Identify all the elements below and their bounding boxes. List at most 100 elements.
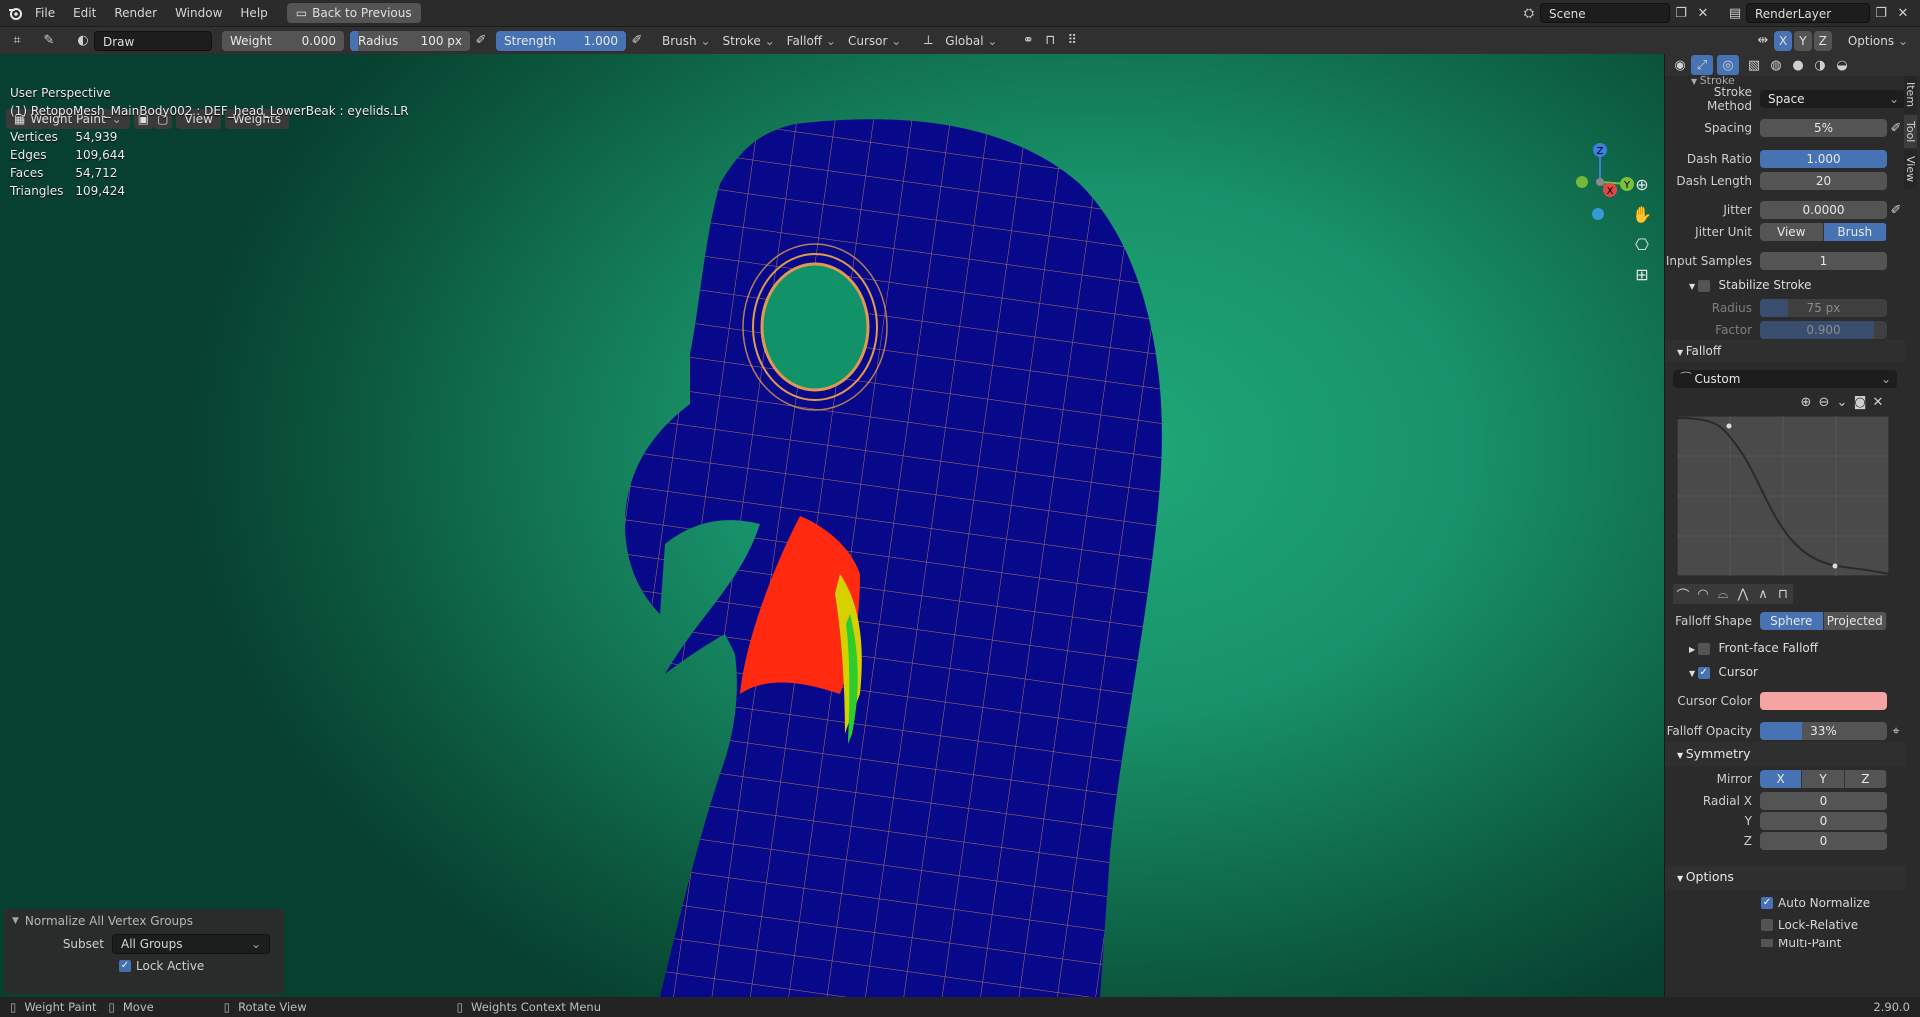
front-face-falloff-header[interactable]: ▶ Front-face Falloff: [1665, 637, 1905, 659]
radius-slider[interactable]: Radius 100 px: [350, 30, 470, 51]
operator-header[interactable]: ▼ Normalize All Vertex Groups: [4, 909, 284, 933]
axis-x-toggle[interactable]: X: [1774, 30, 1793, 51]
pan-hand-icon[interactable]: ✋: [1630, 202, 1654, 226]
subset-dropdown[interactable]: All Groups ⌄: [112, 934, 270, 954]
close-layer-icon[interactable]: ✕: [1892, 3, 1914, 23]
radius-pressure-icon[interactable]: ✐: [470, 31, 492, 51]
spacing-field[interactable]: 5%: [1760, 119, 1887, 137]
strength-slider[interactable]: Strength 1.000: [496, 30, 626, 51]
symmetry-panel-header[interactable]: ▼ Symmetry: [1665, 742, 1905, 766]
falloff-menu[interactable]: Falloff: [781, 31, 842, 51]
zoom-out-icon[interactable]: ⊖: [1815, 392, 1833, 412]
scene-field[interactable]: Scene: [1540, 3, 1670, 23]
cursor-color-swatch[interactable]: [1760, 692, 1887, 710]
render-layer-icon[interactable]: ▤: [1724, 3, 1746, 23]
3d-viewport[interactable]: ▦ Weight Paint ⌄ ▣ ▢ View Weights User P…: [0, 54, 1664, 997]
input-samples-field[interactable]: 1: [1760, 252, 1887, 270]
radial-y-field[interactable]: 0: [1760, 812, 1887, 830]
lock-active-checkbox[interactable]: ✓: [119, 960, 131, 972]
falloff-projected-button[interactable]: Projected: [1823, 612, 1887, 630]
brush-icon[interactable]: ✎: [38, 31, 60, 51]
camera-icon[interactable]: ⎔: [1630, 232, 1654, 256]
brush-name-field[interactable]: Draw: [94, 30, 212, 51]
eyedropper-icon[interactable]: ⌖: [1887, 721, 1905, 741]
scene-icon[interactable]: ⛭: [1518, 3, 1540, 23]
falloff-sphere-button[interactable]: Sphere: [1760, 612, 1824, 630]
render-layer-field[interactable]: RenderLayer: [1746, 3, 1870, 23]
stab-radius-field[interactable]: 75 px: [1760, 299, 1887, 317]
cursor-subpanel-header[interactable]: ▼ ✓ Cursor: [1665, 661, 1905, 683]
zoom-icon[interactable]: ⊕: [1630, 172, 1654, 196]
back-to-previous-button[interactable]: ▭ Back to Previous: [286, 3, 421, 23]
menu-help[interactable]: Help: [231, 0, 276, 26]
falloff-opacity-field[interactable]: 33%: [1760, 722, 1887, 740]
mirror-z-button[interactable]: Z: [1844, 770, 1887, 788]
tool-header: ⌗ ✎ ◐ Draw Weight 0.000 Radius 100 px ✐ …: [0, 26, 1920, 54]
stabilize-stroke-header[interactable]: ▼ Stabilize Stroke: [1665, 274, 1905, 296]
smooth-curve-icon[interactable]: ⌒: [1673, 584, 1693, 604]
lock-relative-checkbox[interactable]: [1761, 919, 1773, 931]
menu-render[interactable]: Render: [105, 0, 166, 26]
zoom-in-icon[interactable]: ⊕: [1797, 392, 1815, 412]
multi-paint-checkbox[interactable]: [1761, 939, 1773, 947]
menu-file[interactable]: File: [26, 0, 64, 26]
sharp-curve-icon[interactable]: ⋀: [1733, 584, 1753, 604]
sphere-curve-icon[interactable]: ◠: [1693, 584, 1713, 604]
clip-icon[interactable]: ◙: [1851, 392, 1869, 412]
dash-ratio-field[interactable]: 1.000: [1760, 150, 1887, 168]
tab-tool[interactable]: Tool: [1904, 115, 1917, 149]
axis-z-toggle[interactable]: Z: [1813, 30, 1832, 51]
jitter-unit-brush-button[interactable]: Brush: [1823, 223, 1887, 241]
mirror-x-button[interactable]: X: [1760, 770, 1803, 788]
auto-normalize-checkbox[interactable]: ✓: [1761, 897, 1773, 909]
root-curve-icon[interactable]: ⌓: [1713, 584, 1733, 604]
stabilize-stroke-checkbox[interactable]: [1697, 279, 1710, 292]
cursor-menu[interactable]: Cursor: [842, 31, 907, 51]
stroke-method-dropdown[interactable]: Space ⌄: [1760, 90, 1905, 108]
tab-item[interactable]: Item: [1904, 76, 1917, 114]
axis-y-toggle[interactable]: Y: [1794, 30, 1812, 51]
cursor-label: Cursor: [1718, 665, 1758, 679]
brush-preview-icon[interactable]: ◐: [72, 31, 94, 51]
falloff-preset-dropdown[interactable]: ⁀ Custom ⌄: [1673, 370, 1897, 388]
tab-view[interactable]: View: [1904, 150, 1917, 189]
options-panel-header[interactable]: ▼ Options: [1665, 865, 1905, 889]
weight-value: 0.000: [301, 33, 336, 48]
jitter-field[interactable]: 0.0000: [1760, 201, 1887, 219]
blender-logo-icon[interactable]: [4, 3, 26, 23]
link-icon[interactable]: ⚭: [1017, 31, 1039, 51]
falloff-panel-header[interactable]: ▼ Falloff: [1665, 340, 1905, 362]
dash-length-field[interactable]: 20: [1760, 172, 1887, 190]
new-scene-icon[interactable]: ❐: [1670, 3, 1692, 23]
editor-type-icon[interactable]: ⌗: [6, 31, 28, 51]
proportional-icon[interactable]: ⠿: [1061, 31, 1083, 51]
chevron-down-icon[interactable]: ⌄: [1833, 392, 1851, 412]
brush-menu[interactable]: Brush: [656, 31, 717, 51]
radial-z-field[interactable]: 0: [1760, 832, 1887, 850]
menu-window[interactable]: Window: [166, 0, 231, 26]
options-menu[interactable]: Options: [1842, 31, 1914, 51]
stroke-menu[interactable]: Stroke: [717, 31, 781, 51]
close-icon[interactable]: ✕: [1869, 392, 1887, 412]
linear-curve-icon[interactable]: ∧: [1753, 584, 1773, 604]
front-face-falloff-checkbox[interactable]: [1697, 642, 1710, 655]
close-scene-icon[interactable]: ✕: [1692, 3, 1714, 23]
cursor-checkbox[interactable]: ✓: [1697, 666, 1710, 679]
jitter-unit-view-button[interactable]: View: [1760, 223, 1824, 241]
curve-icon: ⁀: [1681, 372, 1695, 386]
grid-icon[interactable]: ⊞: [1630, 262, 1654, 286]
navigation-gizmo[interactable]: Z Y X: [1560, 142, 1640, 222]
weight-slider[interactable]: Weight 0.000: [222, 30, 344, 51]
strength-pressure-icon[interactable]: ✐: [626, 31, 648, 51]
falloff-curve-editor[interactable]: [1677, 416, 1889, 576]
radial-x-field[interactable]: 0: [1760, 792, 1887, 810]
stab-factor-field[interactable]: 0.900: [1760, 321, 1887, 339]
snap-icon[interactable]: ⊓: [1039, 31, 1061, 51]
orientation-dropdown[interactable]: Global: [939, 31, 1009, 51]
constant-curve-icon[interactable]: ⊓: [1773, 584, 1793, 604]
menu-edit[interactable]: Edit: [64, 0, 105, 26]
pressure-icon[interactable]: ✐: [1887, 118, 1905, 138]
pressure-icon[interactable]: ✐: [1887, 200, 1905, 220]
new-layer-icon[interactable]: ❐: [1870, 3, 1892, 23]
mirror-y-button[interactable]: Y: [1802, 770, 1845, 788]
